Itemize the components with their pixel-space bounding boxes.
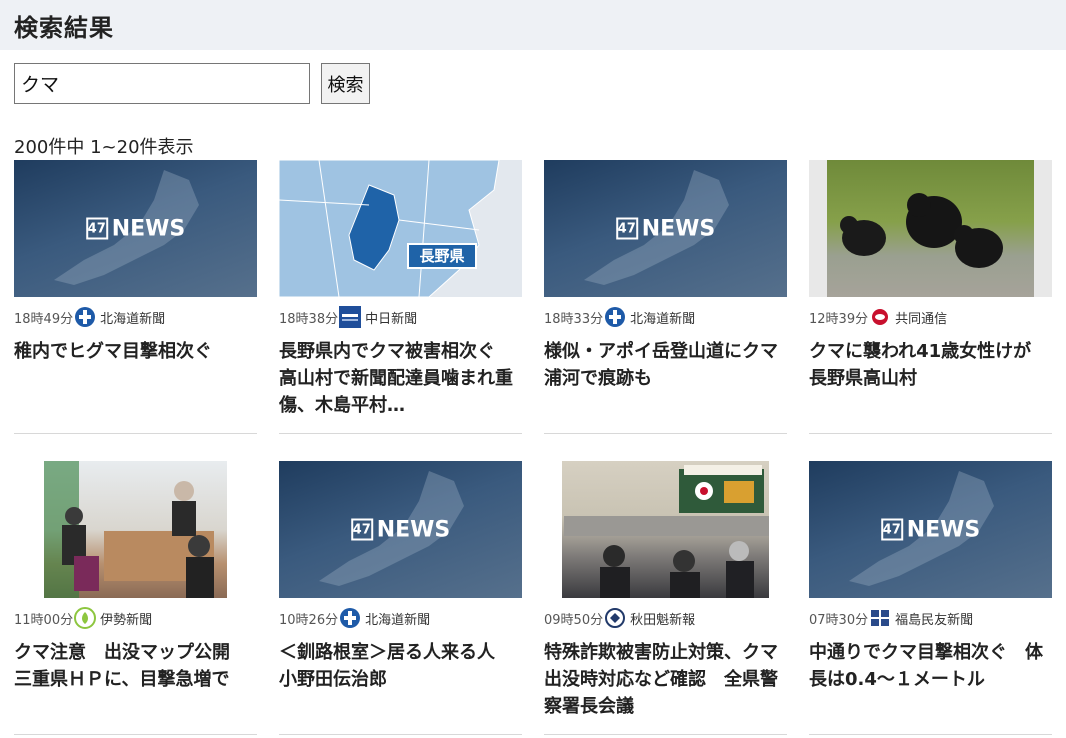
source-name: 共同通信 [895, 311, 948, 327]
article-title[interactable]: 長野県内でクマ被害相次ぐ 高山村で新聞配達員噛まれ重傷、木島平村… [279, 338, 522, 419]
timestamp: 18時49分 [14, 311, 74, 327]
source-name: 北海道新聞 [365, 612, 431, 628]
akita-sakigake-icon [604, 607, 626, 629]
timestamp: 10時26分 [279, 612, 339, 628]
result-card[interactable]: 47 NEWS 07時30分 福島民友新聞 中通りでクマ目撃相次ぐ 体長は0.4… [809, 461, 1052, 735]
timestamp: 09時50分 [544, 612, 604, 628]
source-name: 伊勢新聞 [100, 612, 153, 628]
chunichi-shimbun-icon [339, 306, 362, 328]
timestamp: 18時33分 [544, 311, 604, 327]
thumbnail-meeting-photo [14, 461, 257, 598]
divider [809, 433, 1052, 434]
article-title[interactable]: ＜釧路根室＞居る人来る人 小野田伝治郎 [279, 639, 522, 720]
divider [14, 433, 257, 434]
kyodo-news-icon [869, 306, 891, 328]
article-title[interactable]: クマ注意 出没マップ公開 三重県ＨＰに、目撃急増で [14, 639, 257, 720]
timestamp: 07時30分 [809, 612, 869, 628]
divider [279, 433, 522, 434]
divider [544, 734, 787, 735]
result-card[interactable]: 47 NEWS 18時49分 北海道新聞 稚内でヒグマ目撃相次ぐ [14, 160, 257, 434]
thumbnail-map: 長野県 [279, 160, 522, 297]
ise-shimbun-icon [74, 607, 97, 629]
result-card[interactable]: 47 NEWS 18時33分 北海道新聞 様似・アポイ岳登山道にクマ 浦河で痕跡… [544, 160, 787, 434]
search-input[interactable] [14, 63, 310, 104]
result-count: 200件中 1~20件表示 [14, 137, 194, 158]
hokkaido-shimbun-icon [604, 306, 626, 328]
hokkaido-shimbun-icon [339, 607, 361, 629]
divider [544, 433, 787, 434]
article-title[interactable]: クマに襲われ41歳女性けが 長野県高山村 [809, 338, 1052, 419]
divider [14, 734, 257, 735]
thumbnail-bear-photo [809, 160, 1052, 297]
page-title: 検索結果 [14, 13, 114, 42]
divider [809, 734, 1052, 735]
thumbnail-47news: 47 NEWS [809, 461, 1052, 598]
article-title[interactable]: 様似・アポイ岳登山道にクマ 浦河で痕跡も [544, 338, 787, 419]
thumbnail-47news: 47 NEWS [279, 461, 522, 598]
map-label: 長野県 [419, 247, 464, 265]
thumbnail-meeting-photo [544, 461, 787, 598]
source-name: 中日新聞 [365, 311, 418, 327]
result-card[interactable]: 12時39分 共同通信 クマに襲われ41歳女性けが 長野県高山村 [809, 160, 1052, 434]
result-card[interactable]: 09時50分 秋田魁新報 特殊詐欺被害防止対策、クマ出没時対応など確認 全県警察… [544, 461, 787, 735]
source-name: 秋田魁新報 [630, 612, 696, 628]
search-bar: 検索 [14, 63, 370, 104]
result-card[interactable]: 47 NEWS 10時26分 北海道新聞 ＜釧路根室＞居る人来る人 小野田伝治郎 [279, 461, 522, 735]
divider [279, 734, 522, 735]
result-card[interactable]: 長野県 18時38分 中日新聞 長野県内でクマ被害相次ぐ 高山村で新聞配達員噛ま… [279, 160, 522, 434]
timestamp: 18時38分 [279, 311, 339, 327]
article-title[interactable]: 稚内でヒグマ目撃相次ぐ [14, 338, 257, 419]
source-name: 福島民友新聞 [895, 612, 974, 628]
source-name: 北海道新聞 [630, 311, 696, 327]
fukushima-minyu-icon [869, 607, 891, 629]
article-title[interactable]: 中通りでクマ目撃相次ぐ 体長は0.4～１メートル [809, 639, 1052, 720]
hokkaido-shimbun-icon [74, 306, 96, 328]
source-name: 北海道新聞 [100, 311, 166, 327]
thumbnail-47news: 47 NEWS [14, 160, 257, 297]
timestamp: 12時39分 [809, 311, 869, 327]
search-button[interactable]: 検索 [321, 63, 370, 104]
article-title[interactable]: 特殊詐欺被害防止対策、クマ出没時対応など確認 全県警察署長会議 [544, 639, 787, 720]
timestamp: 11時00分 [14, 612, 74, 628]
result-card[interactable]: 11時00分 伊勢新聞 クマ注意 出没マップ公開 三重県ＨＰに、目撃急増で [14, 461, 257, 735]
thumbnail-47news: 47 NEWS [544, 160, 787, 297]
page-header: 検索結果 [0, 0, 1066, 50]
